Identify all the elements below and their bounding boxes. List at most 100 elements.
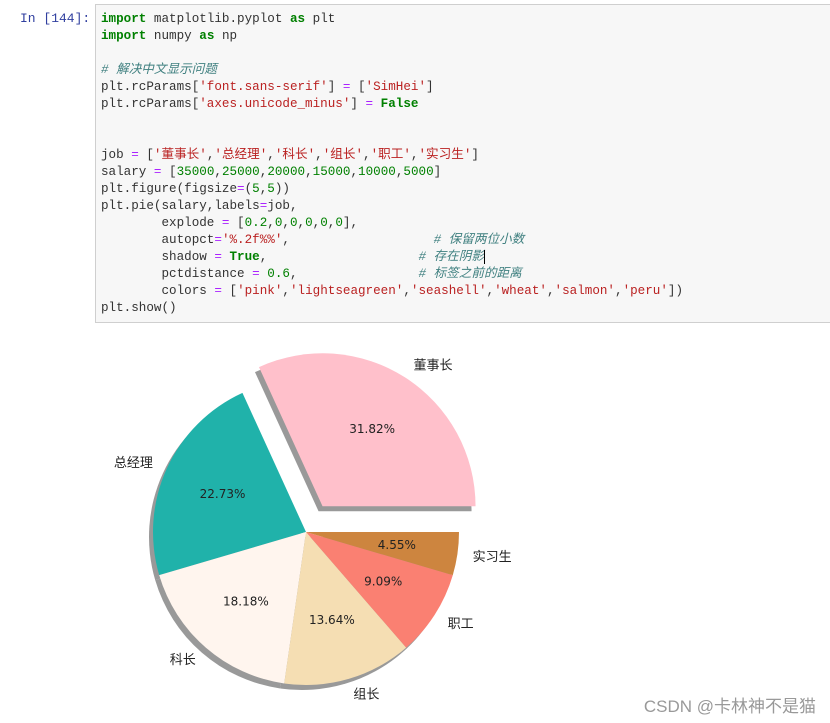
code-token: 'wheat' bbox=[494, 284, 547, 298]
code-token: 'peru' bbox=[622, 284, 668, 298]
code-token: 20000 bbox=[267, 165, 306, 179]
code-token: '科长' bbox=[274, 148, 316, 162]
code-line: plt.pie(salary,labels=job, bbox=[101, 198, 683, 215]
pie-label: 科长 bbox=[170, 653, 196, 668]
pie-label: 职工 bbox=[448, 617, 474, 632]
code-token: 'axes.unicode_minus' bbox=[199, 97, 351, 111]
code-token: shadow bbox=[101, 250, 215, 264]
code-token: plt.show() bbox=[101, 301, 177, 315]
code-token: '董事长' bbox=[153, 148, 207, 162]
code-token: = bbox=[214, 284, 222, 298]
code-line: import matplotlib.pyplot as plt bbox=[101, 11, 683, 28]
code-token: , bbox=[315, 148, 323, 162]
code-token: 0.2 bbox=[244, 216, 268, 230]
code-token: autopct bbox=[101, 233, 215, 247]
code-token: ] bbox=[426, 80, 434, 94]
code-token: , bbox=[282, 216, 290, 230]
code-token: 'SimHei' bbox=[365, 80, 427, 94]
pie-pct-label: 22.73% bbox=[200, 487, 246, 501]
code-line: shadow = True, # 存在阴影 bbox=[101, 249, 683, 266]
code-line: plt.rcParams['axes.unicode_minus'] = Fal… bbox=[101, 96, 683, 113]
code-token: np bbox=[214, 29, 238, 43]
code-token: as bbox=[289, 12, 306, 26]
pie-label: 董事长 bbox=[414, 359, 453, 374]
code-cell[interactable]: import matplotlib.pyplot as plt import nu… bbox=[95, 4, 830, 323]
code-token: colors bbox=[101, 284, 215, 298]
code-token: , bbox=[214, 165, 222, 179]
code-token: , bbox=[259, 250, 419, 264]
code-token: '组长' bbox=[322, 148, 364, 162]
code-line: job = ['董事长','总经理','科长','组长','职工','实习生'] bbox=[101, 147, 683, 164]
code-token: pctdistance bbox=[101, 267, 253, 281]
code-token: [ bbox=[138, 148, 154, 162]
code-line: explode = [0.2,0,0,0,0,0], bbox=[101, 215, 683, 232]
code-token: 5 bbox=[252, 182, 260, 196]
code-line: plt.figure(figsize=(5,5)) bbox=[101, 181, 683, 198]
code-token: 'seashell' bbox=[410, 284, 487, 298]
code-token: matplotlib.pyplot bbox=[146, 12, 290, 26]
code-editor[interactable]: import matplotlib.pyplot as plt import nu… bbox=[101, 11, 683, 317]
code-token: explode bbox=[101, 216, 222, 230]
code-line: pctdistance = 0.6, # 标签之前的距离 bbox=[101, 266, 683, 283]
code-token: # 标签之前的距离 bbox=[418, 267, 522, 281]
code-token: [ bbox=[161, 165, 177, 179]
code-token: # 保留两位小数 bbox=[433, 233, 525, 247]
code-token: # 存在阴影 bbox=[418, 250, 484, 264]
code-token: plt.rcParams[ bbox=[101, 80, 200, 94]
code-token: False bbox=[380, 97, 419, 111]
text-cursor bbox=[483, 249, 485, 264]
code-token: 5 bbox=[267, 182, 275, 196]
code-token: salary bbox=[101, 165, 154, 179]
code-token: 0 bbox=[335, 216, 343, 230]
code-token: , bbox=[267, 216, 275, 230]
code-line: import numpy as np bbox=[101, 28, 683, 45]
code-token: = bbox=[214, 250, 222, 264]
code-token: , bbox=[486, 284, 495, 298]
code-token: ] bbox=[433, 165, 442, 179]
code-token: [ bbox=[350, 80, 366, 94]
code-token: plt.pie(salary,labels bbox=[101, 199, 260, 213]
code-token: = bbox=[131, 148, 139, 162]
code-token: 0 bbox=[320, 216, 328, 230]
code-token: '总经理' bbox=[214, 148, 268, 162]
code-line: plt.show() bbox=[101, 300, 683, 317]
code-token: '实习生' bbox=[418, 148, 472, 162]
code-token: ], bbox=[342, 216, 359, 230]
code-token: [ bbox=[221, 284, 238, 298]
code-line: colors = ['pink','lightseagreen','seashe… bbox=[101, 283, 683, 300]
code-token: ] bbox=[350, 97, 366, 111]
watermark: CSDN @卡林神不是猫 bbox=[643, 697, 816, 716]
pie-pct-label: 31.82% bbox=[349, 422, 395, 436]
code-token: 0 bbox=[305, 216, 313, 230]
code-token: ] bbox=[471, 148, 479, 162]
code-token: as bbox=[199, 29, 215, 43]
code-token: , bbox=[267, 148, 275, 162]
code-token: 5000 bbox=[403, 165, 434, 179]
cell-prompt: In [144]: bbox=[20, 11, 91, 26]
code-token: , bbox=[282, 284, 290, 298]
pie-pct-label: 4.55% bbox=[378, 538, 416, 552]
code-token: plt.rcParams[ bbox=[101, 97, 200, 111]
code-token: , bbox=[363, 148, 371, 162]
code-line: plt.rcParams['font.sans-serif'] = ['SimH… bbox=[101, 79, 683, 96]
code-token: ]) bbox=[667, 284, 684, 298]
pie-label: 组长 bbox=[353, 687, 379, 702]
pie-pct-label: 18.18% bbox=[223, 594, 269, 608]
code-token: ] bbox=[327, 80, 343, 94]
code-token: 35000 bbox=[176, 165, 215, 179]
code-token: 0 bbox=[289, 216, 298, 230]
code-token: 'font.sans-serif' bbox=[199, 80, 328, 94]
code-token: plt bbox=[305, 12, 336, 26]
code-token: , bbox=[403, 284, 411, 298]
code-token: plt.figure(figsize bbox=[101, 182, 238, 196]
pie-label: 实习生 bbox=[473, 550, 512, 565]
code-token: )) bbox=[274, 182, 290, 196]
code-token: [ bbox=[229, 216, 245, 230]
code-token: , bbox=[305, 165, 313, 179]
code-token: job bbox=[101, 148, 132, 162]
code-token: 15000 bbox=[312, 165, 351, 179]
